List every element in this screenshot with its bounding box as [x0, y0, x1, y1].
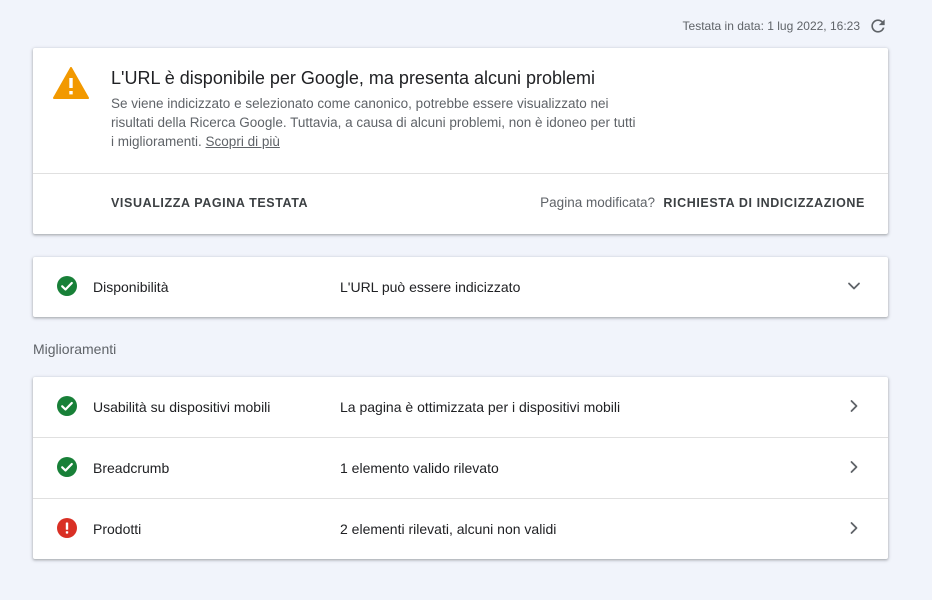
chevron-down-icon[interactable]: [846, 278, 862, 294]
tested-date-text: Testata in data: 1 lug 2022, 16:23: [682, 19, 860, 33]
enhancements-card: Usabilità su dispositivi mobili La pagin…: [33, 377, 888, 559]
url-inspection-page: Testata in data: 1 lug 2022, 16:23 L'URL…: [0, 0, 932, 600]
enhancement-row-breadcrumb[interactable]: Breadcrumb 1 elemento valido rilevato: [33, 438, 888, 499]
check-circle-icon: [57, 396, 77, 416]
view-tested-page-button[interactable]: VISUALIZZA PAGINA TESTATA: [111, 196, 308, 210]
enhancement-value: La pagina è ottimizzata per i dispositiv…: [340, 399, 621, 415]
enhancement-value: 1 elemento valido rilevato: [340, 460, 499, 476]
warning-icon: [53, 67, 89, 99]
enhancement-row-mobile-usability[interactable]: Usabilità su dispositivi mobili La pagin…: [33, 377, 888, 438]
page-modified-label: Pagina modificata?: [540, 195, 655, 210]
availability-label: Disponibilità: [93, 279, 169, 295]
chevron-right-icon[interactable]: [846, 398, 862, 414]
enhancement-label: Prodotti: [93, 521, 142, 537]
enhancement-label: Breadcrumb: [93, 460, 170, 476]
enhancement-label: Usabilità su dispositivi mobili: [93, 399, 271, 415]
status-title: L'URL è disponibile per Google, ma prese…: [111, 68, 596, 88]
status-description: Se viene indicizzato e selezionato come …: [111, 94, 641, 151]
enhancement-row-products[interactable]: Prodotti 2 elementi rilevati, alcuni non…: [33, 499, 888, 559]
enhancement-value: 2 elementi rilevati, alcuni non validi: [340, 521, 557, 537]
status-description-text: Se viene indicizzato e selezionato come …: [111, 96, 636, 149]
availability-card: Disponibilità L'URL può essere indicizza…: [33, 257, 888, 317]
availability-value: L'URL può essere indicizzato: [340, 279, 521, 295]
check-circle-icon: [57, 276, 77, 296]
status-summary: L'URL è disponibile per Google, ma prese…: [33, 48, 888, 174]
chevron-right-icon[interactable]: [846, 459, 862, 475]
refresh-icon[interactable]: [868, 16, 888, 36]
check-circle-icon: [57, 457, 77, 477]
request-indexing-button[interactable]: RICHIESTA DI INDICIZZAZIONE: [663, 196, 865, 210]
tested-date-bar: Testata in data: 1 lug 2022, 16:23: [683, 16, 888, 36]
status-actions: VISUALIZZA PAGINA TESTATA Pagina modific…: [33, 174, 888, 234]
learn-more-link[interactable]: Scopri di più: [206, 134, 280, 149]
chevron-right-icon[interactable]: [846, 520, 862, 536]
error-circle-icon: [57, 518, 77, 538]
status-card: L'URL è disponibile per Google, ma prese…: [33, 48, 888, 234]
availability-row[interactable]: Disponibilità L'URL può essere indicizza…: [33, 257, 888, 317]
enhancements-section-title: Miglioramenti: [33, 341, 117, 357]
